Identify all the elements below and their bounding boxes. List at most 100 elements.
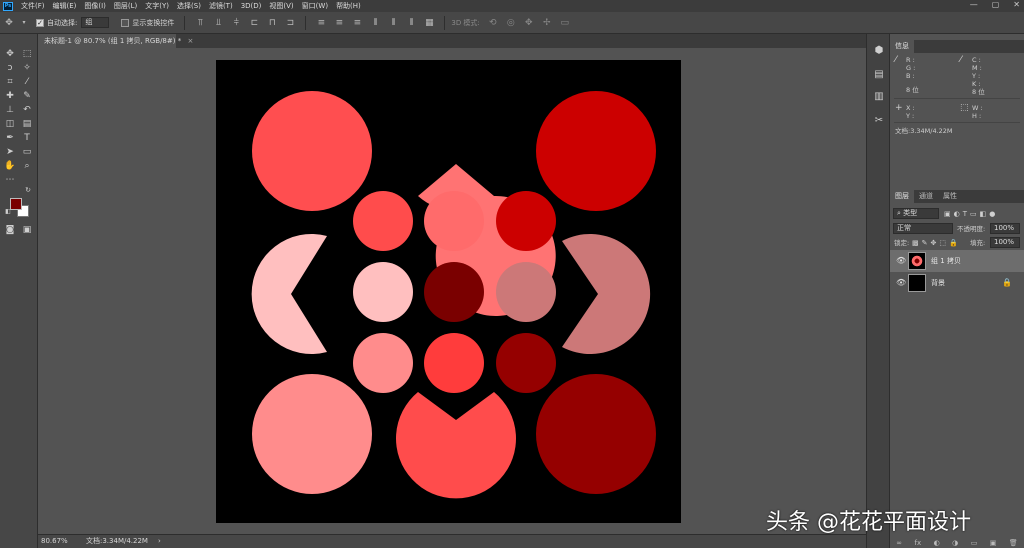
new-group-icon[interactable]: ▭ xyxy=(971,538,978,548)
eye-icon[interactable]: 👁 xyxy=(896,278,906,288)
quick-mask-icon[interactable]: ◙ xyxy=(3,224,17,236)
align-right-icon[interactable]: ⊐ xyxy=(284,17,296,29)
eraser-tool-icon[interactable]: ◫ xyxy=(3,118,17,130)
3d-scale-icon[interactable]: ▭ xyxy=(559,17,571,29)
zoom-tool-icon[interactable]: ⌕ xyxy=(20,160,34,172)
history-brush-icon[interactable]: ↶ xyxy=(20,104,34,116)
3d-slide-icon[interactable]: ✢ xyxy=(541,17,553,29)
clone-stamp-icon[interactable]: ⊥ xyxy=(3,104,17,116)
menu-select[interactable]: 选择(S) xyxy=(177,1,201,11)
show-transform-checkbox[interactable] xyxy=(121,18,130,27)
3d-panel-icon[interactable]: ⬢ xyxy=(872,44,886,58)
foreground-color-swatch[interactable] xyxy=(10,198,22,210)
distribute-vcenter-icon[interactable]: ≡ xyxy=(333,17,345,29)
blend-mode-dropdown[interactable]: 正常 xyxy=(893,223,953,234)
lock-label: 锁定: xyxy=(894,239,910,247)
gradient-tool-icon[interactable]: ▤ xyxy=(20,118,34,130)
adjustment-layer-icon[interactable]: ◑ xyxy=(952,538,958,548)
menu-edit[interactable]: 编辑(E) xyxy=(53,1,77,11)
type-tool-icon[interactable]: T xyxy=(20,132,34,144)
menu-help[interactable]: 帮助(H) xyxy=(336,1,361,11)
auto-select-label: 自动选择: xyxy=(47,18,78,27)
tab-properties[interactable]: 属性 xyxy=(938,190,962,203)
move-tool-icon[interactable]: ✥ xyxy=(3,17,15,29)
layer-filter-icons[interactable]: ▣◐T▭◧● xyxy=(944,210,998,218)
shape-tool-icon[interactable]: ▭ xyxy=(20,146,34,158)
align-vcenter-icon[interactable]: ⫫ xyxy=(212,17,224,29)
path-select-icon[interactable]: ➤ xyxy=(3,146,17,158)
close-icon[interactable]: × xyxy=(187,37,193,45)
distribute-right-icon[interactable]: ⦀ xyxy=(405,17,417,29)
3d-roll-icon[interactable]: ◎ xyxy=(505,17,517,29)
eye-icon[interactable]: 👁 xyxy=(896,256,906,266)
layer-filter-dropdown[interactable]: ⌕ 类型 xyxy=(893,208,939,219)
layer-style-icon[interactable]: fx xyxy=(915,538,922,548)
tools-panel: ✥ ⬚ ↄ ✧ ⌗ ⁄ ✚ ✎ ⊥ ↶ ◫ ▤ ✒ T ➤ ▭ ✋ ⌕ ⋯ ↻ … xyxy=(0,34,38,548)
fill-input[interactable]: 100% xyxy=(990,237,1020,248)
layer-row-group-copy[interactable]: 👁 组 1 拷贝 xyxy=(890,250,1024,272)
document-canvas[interactable] xyxy=(216,60,681,523)
align-hcenter-icon[interactable]: ⊓ xyxy=(266,17,278,29)
status-menu-arrow[interactable]: › xyxy=(158,535,161,548)
distribute-bottom-icon[interactable]: ≡ xyxy=(351,17,363,29)
delete-layer-icon[interactable]: 🗑 xyxy=(1009,538,1018,548)
chevron-down-icon[interactable]: ▾ xyxy=(21,17,27,29)
menu-3d[interactable]: 3D(D) xyxy=(241,2,262,10)
pen-tool-icon[interactable]: ✒ xyxy=(3,132,17,144)
adjustments-panel-icon[interactable]: ▥ xyxy=(872,90,886,104)
crop-tool-icon[interactable]: ⌗ xyxy=(3,76,17,88)
photoshop-logo-icon: Ps xyxy=(3,1,13,11)
layer-mask-icon[interactable]: ◐ xyxy=(934,538,940,548)
tab-info[interactable]: 信息 xyxy=(890,40,914,53)
history-panel-icon[interactable]: ▤ xyxy=(872,68,886,82)
marquee-tool-icon[interactable]: ⬚ xyxy=(20,48,34,60)
3d-rotate-icon[interactable]: ⟲ xyxy=(487,17,499,29)
zoom-level[interactable]: 80.67% xyxy=(41,535,68,548)
info-xy-labels: X : Y : xyxy=(906,104,915,120)
distribute-hcenter-icon[interactable]: ⦀ xyxy=(387,17,399,29)
minimize-icon[interactable]: — xyxy=(970,0,978,9)
screen-mode-icon[interactable]: ▣ xyxy=(20,224,34,236)
auto-align-icon[interactable]: ▦ xyxy=(423,17,435,29)
link-layers-icon[interactable]: ∞ xyxy=(896,538,902,548)
menu-file[interactable]: 文件(F) xyxy=(21,1,45,11)
small-circle-2 xyxy=(424,191,484,251)
info-bit-depth-left: 8 位 xyxy=(906,86,919,94)
auto-select-checkbox[interactable]: ✓ xyxy=(36,18,44,27)
auto-select-dropdown[interactable]: 组 xyxy=(81,17,110,28)
opacity-input[interactable]: 100% xyxy=(990,223,1020,234)
document-tab[interactable]: 未标题-1 @ 80.7% (组 1 拷贝, RGB/8#) * × xyxy=(38,34,193,48)
maximize-icon[interactable]: ▢ xyxy=(992,0,1000,9)
menu-filter[interactable]: 滤镜(T) xyxy=(209,1,233,11)
selection-size-icon: ⬚ xyxy=(960,103,969,113)
menu-view[interactable]: 视图(V) xyxy=(269,1,293,11)
3d-drag-icon[interactable]: ✥ xyxy=(523,17,535,29)
menu-layer[interactable]: 图层(L) xyxy=(114,1,137,11)
edit-toolbar-icon[interactable]: ⋯ xyxy=(3,174,17,186)
move-tool-icon[interactable]: ✥ xyxy=(3,48,17,60)
distribute-top-icon[interactable]: ≡ xyxy=(315,17,327,29)
tab-layers[interactable]: 图层 xyxy=(890,190,914,203)
lasso-tool-icon[interactable]: ↄ xyxy=(3,62,17,74)
align-top-icon[interactable]: ⫪ xyxy=(194,17,206,29)
align-bottom-icon[interactable]: ⫩ xyxy=(230,17,242,29)
menu-window[interactable]: 窗口(W) xyxy=(302,1,328,11)
new-layer-icon[interactable]: ▣ xyxy=(990,538,997,548)
healing-brush-icon[interactable]: ✚ xyxy=(3,90,17,102)
eyedropper-tool-icon[interactable]: ⁄ xyxy=(20,76,34,88)
right-panels: 信息 ⁄ R : G : B : ⁄ C : M : Y : K : 8 位 8… xyxy=(890,34,1024,548)
align-left-icon[interactable]: ⊏ xyxy=(248,17,260,29)
divider xyxy=(894,122,1020,123)
layer-row-background[interactable]: 👁 背景 🔒 xyxy=(890,272,1024,294)
tools-panel-icon[interactable]: ✂ xyxy=(872,114,886,128)
menu-image[interactable]: 图像(I) xyxy=(84,1,106,11)
brush-tool-icon[interactable]: ✎ xyxy=(20,90,34,102)
lock-icons[interactable]: ▩✎✥⬚🔒 xyxy=(912,239,961,247)
hand-tool-icon[interactable]: ✋ xyxy=(3,160,17,172)
distribute-left-icon[interactable]: ⦀ xyxy=(369,17,381,29)
magic-wand-icon[interactable]: ✧ xyxy=(20,62,34,74)
menu-type[interactable]: 文字(Y) xyxy=(145,1,169,11)
swap-colors-icon[interactable]: ↻ xyxy=(24,186,32,194)
close-icon[interactable]: ✕ xyxy=(1013,0,1020,9)
tab-channels[interactable]: 通道 xyxy=(914,190,938,203)
